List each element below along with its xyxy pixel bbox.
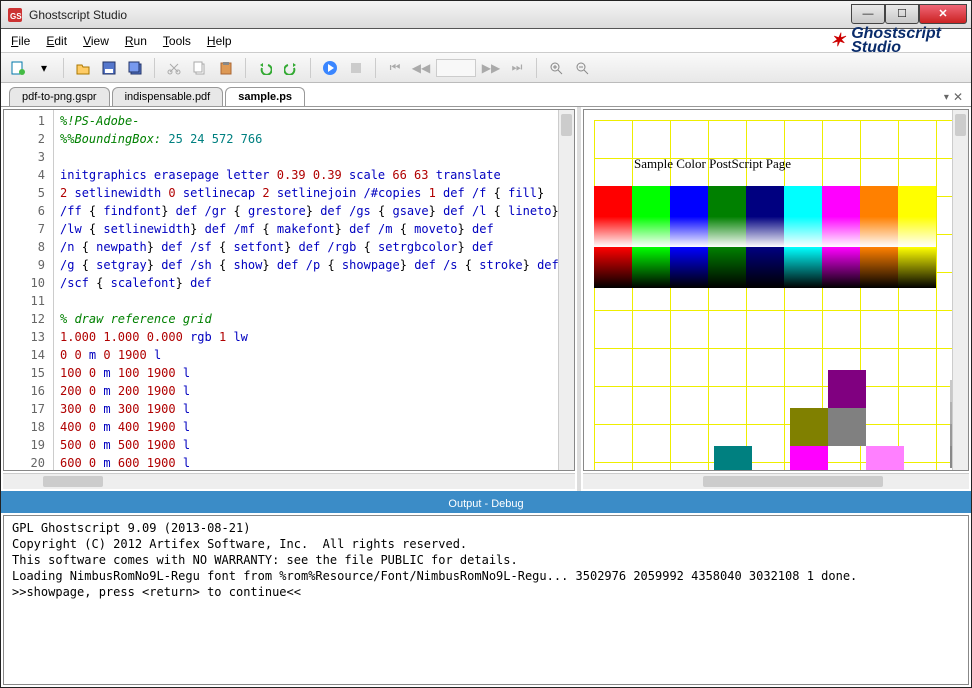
menu-tools[interactable]: Tools <box>163 34 191 48</box>
cut-button[interactable] <box>163 57 185 79</box>
maximize-button[interactable]: ☐ <box>885 4 919 24</box>
output-console[interactable]: GPL Ghostscript 9.09 (2013-08-21) Copyri… <box>3 515 969 685</box>
tab-indispensable[interactable]: indispensable.pdf <box>112 87 224 106</box>
paste-button[interactable] <box>215 57 237 79</box>
preview-canvas[interactable]: Sample Color PostScript Page <box>583 109 969 471</box>
minimize-button[interactable]: — <box>851 4 885 24</box>
last-button[interactable]: ⏭ <box>506 57 528 79</box>
preview-pane: Sample Color PostScript Page <box>581 107 971 491</box>
tab-list-dropdown[interactable]: ▾ <box>944 92 949 103</box>
new-dropdown[interactable]: ▾ <box>33 57 55 79</box>
brand-logo: ✶ GhostscriptStudio <box>830 27 961 55</box>
code-editor[interactable]: 1234567891011121314151617181920 %!PS-Ado… <box>3 109 575 471</box>
titlebar[interactable]: GS Ghostscript Studio — ☐ ✕ <box>1 1 971 29</box>
menu-help[interactable]: Help <box>207 34 232 48</box>
code-editor-pane: 1234567891011121314151617181920 %!PS-Ado… <box>1 107 581 491</box>
brand-mark-icon: ✶ <box>830 30 845 51</box>
color-stripes <box>594 186 936 288</box>
new-button[interactable] <box>7 57 29 79</box>
next-button[interactable]: ▶▶ <box>480 57 502 79</box>
menu-view[interactable]: View <box>83 34 109 48</box>
undo-button[interactable] <box>254 57 276 79</box>
redo-button[interactable] <box>280 57 302 79</box>
line-gutter: 1234567891011121314151617181920 <box>4 110 54 470</box>
menu-run[interactable]: Run <box>125 34 147 48</box>
window-title: Ghostscript Studio <box>29 8 851 22</box>
page-input[interactable] <box>436 59 476 77</box>
app-icon: GS <box>7 7 23 23</box>
reference-grid <box>594 120 969 471</box>
zoom-in-button[interactable] <box>545 57 567 79</box>
stop-button[interactable] <box>345 57 367 79</box>
save-all-button[interactable] <box>124 57 146 79</box>
editor-vscroll[interactable] <box>558 110 574 470</box>
prev-button[interactable]: ◀◀ <box>410 57 432 79</box>
output-header[interactable]: Output - Debug <box>1 495 971 513</box>
toolbar: ▾ ⏮ ◀◀ ▶▶ ⏭ <box>1 53 971 83</box>
preview-vscroll[interactable] <box>952 110 968 470</box>
editor-hscroll[interactable] <box>3 473 575 489</box>
svg-text:GS: GS <box>10 12 22 21</box>
zoom-out-button[interactable] <box>571 57 593 79</box>
save-button[interactable] <box>98 57 120 79</box>
preview-title: Sample Color PostScript Page <box>634 156 791 172</box>
menubar: File Edit View Run Tools Help ✶ Ghostscr… <box>1 29 971 53</box>
copy-button[interactable] <box>189 57 211 79</box>
run-button[interactable] <box>319 57 341 79</box>
close-tab-button[interactable]: ✕ <box>953 90 963 104</box>
preview-hscroll[interactable] <box>583 473 969 489</box>
menu-file[interactable]: File <box>11 34 30 48</box>
first-button[interactable]: ⏮ <box>384 57 406 79</box>
menu-edit[interactable]: Edit <box>46 34 67 48</box>
tab-bar: pdf-to-png.gspr indispensable.pdf sample… <box>1 83 971 107</box>
tab-sample[interactable]: sample.ps <box>225 87 305 106</box>
code-source[interactable]: %!PS-Adobe- %%BoundingBox: 25 24 572 766… <box>54 110 558 470</box>
open-button[interactable] <box>72 57 94 79</box>
close-button[interactable]: ✕ <box>919 4 967 24</box>
main-area: 1234567891011121314151617181920 %!PS-Ado… <box>1 107 971 495</box>
app-window: GS Ghostscript Studio — ☐ ✕ File Edit Vi… <box>0 0 972 688</box>
tab-pdf-to-png[interactable]: pdf-to-png.gspr <box>9 87 110 106</box>
